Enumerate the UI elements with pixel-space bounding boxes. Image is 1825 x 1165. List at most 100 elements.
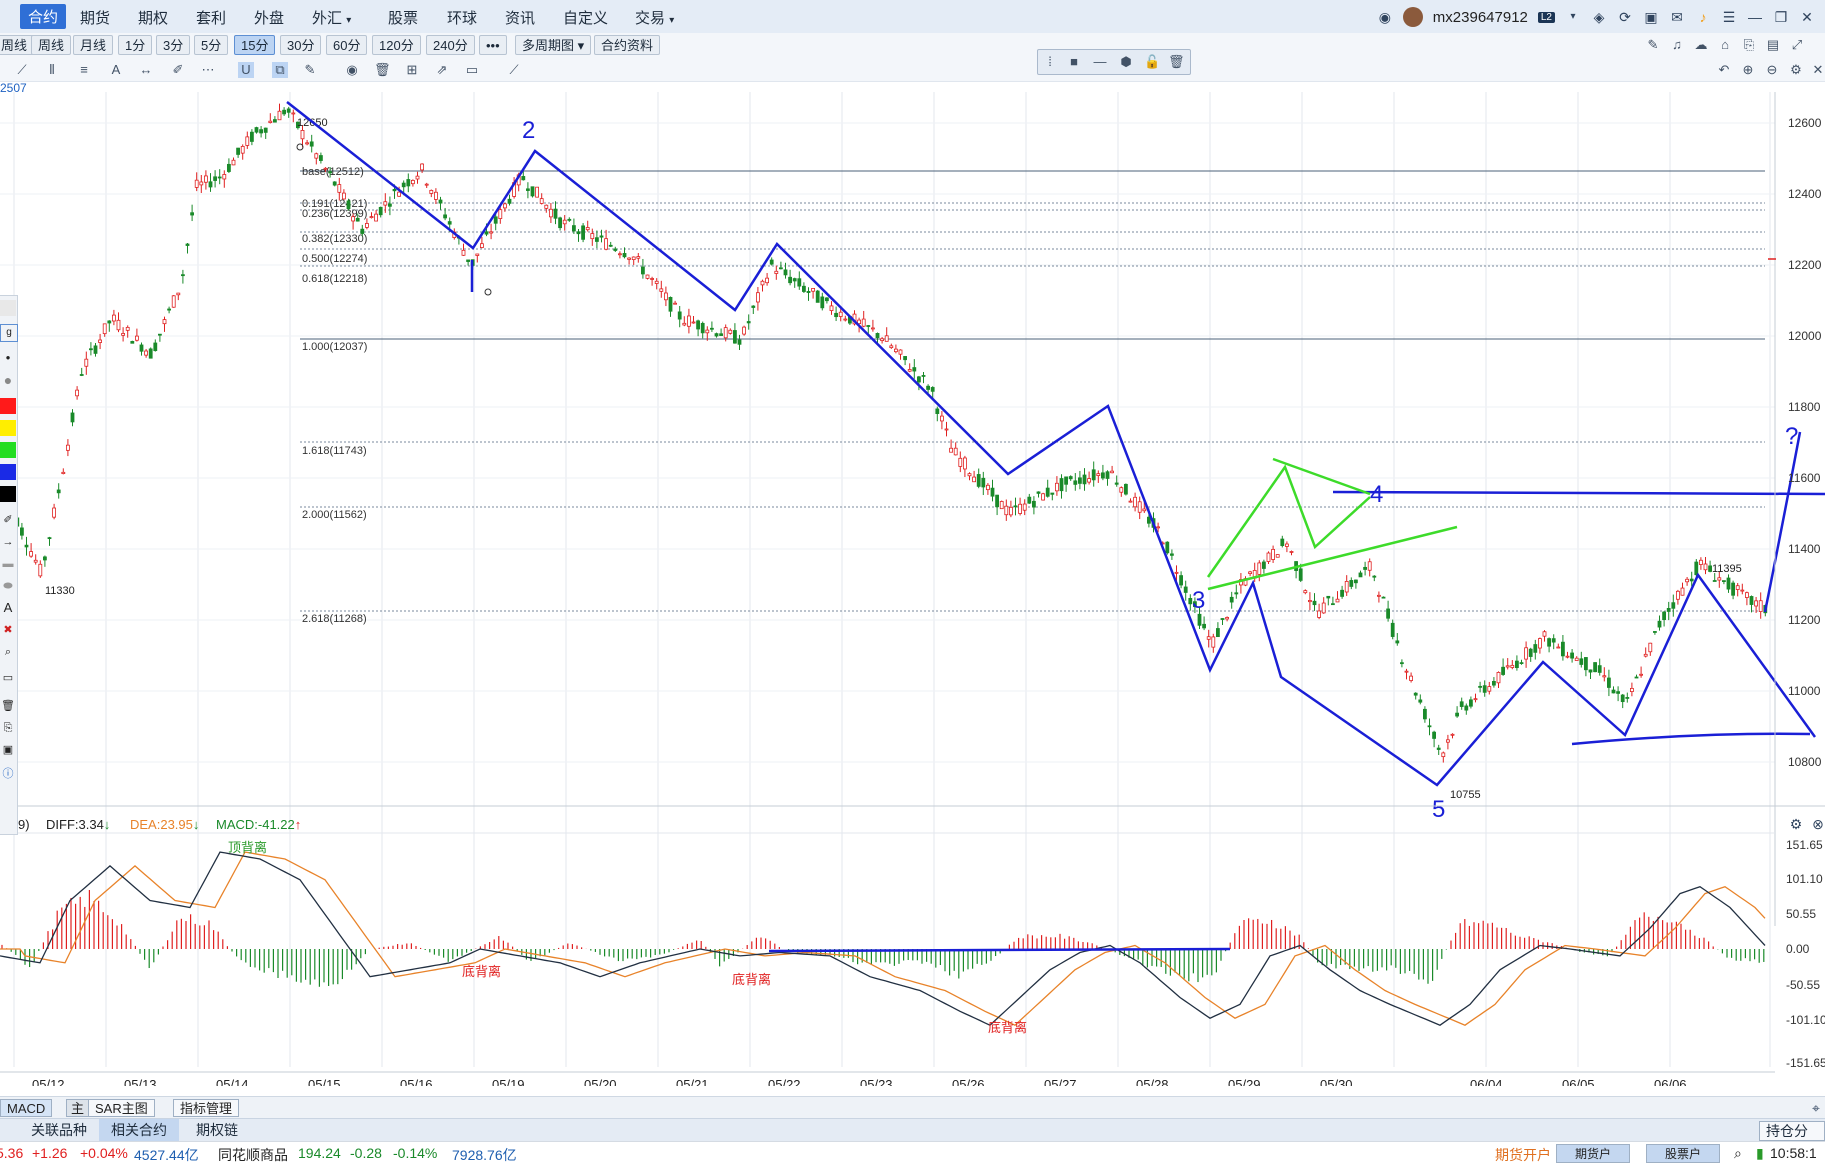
copy-icon[interactable]: ⎘ (1741, 37, 1757, 53)
export-icon[interactable]: ⇗ (434, 62, 450, 78)
macd-close-icon[interactable]: ⊗ (1810, 817, 1825, 831)
period-120min-button[interactable]: 120分 (372, 35, 421, 55)
menu-item-futures[interactable]: 期货 (80, 7, 110, 28)
close-chart-icon[interactable]: ✕ (1810, 62, 1825, 78)
comment-icon[interactable]: ▭ (464, 62, 480, 78)
color-red-swatch[interactable] (0, 398, 16, 414)
eye-icon[interactable]: ◉ (1377, 10, 1393, 24)
menu-item-trade[interactable]: 交易 ▾ (635, 7, 674, 28)
period-15min-button[interactable]: 15分 (234, 35, 276, 55)
avatar[interactable] (1402, 7, 1423, 27)
username[interactable]: mx239647912 (1433, 9, 1528, 26)
pencil-icon[interactable]: ✐ (0, 512, 16, 528)
color-green-swatch[interactable] (0, 442, 16, 458)
restore-icon[interactable]: ❐ (1773, 10, 1789, 24)
fibonacci-lines[interactable] (300, 170, 1765, 612)
alert-icon[interactable]: ♫ (1669, 37, 1685, 53)
macd-histogram[interactable] (1, 889, 1765, 987)
trend-line-icon[interactable]: ⟋ (14, 62, 30, 78)
more-tools-icon[interactable]: ⋯ (200, 62, 216, 78)
tab-sar-main[interactable]: SAR主图 (88, 1099, 155, 1117)
delete-x-icon[interactable]: ✖ (0, 622, 16, 638)
index2-name[interactable]: 同花顺商品 (218, 1145, 288, 1165)
save-icon[interactable]: ▣ (0, 742, 16, 758)
tab-option-chain[interactable]: 期权链 (184, 1119, 250, 1142)
tab-related-varieties[interactable]: 关联品种 (19, 1119, 99, 1142)
close-icon[interactable]: ✕ (1799, 10, 1815, 24)
position-analysis-button[interactable]: 持仓分析 (1759, 1121, 1825, 1157)
info-icon[interactable]: ⓘ (0, 766, 16, 782)
zoom-icon[interactable]: ⌕ (0, 644, 16, 660)
layout-icon[interactable]: ▤ (1765, 37, 1781, 53)
open-account-label[interactable]: 期货开户 (1495, 1145, 1551, 1165)
undo-icon[interactable]: ↶ (1716, 62, 1732, 78)
indicator-management-button[interactable]: 指标管理 (173, 1099, 240, 1117)
font-size-icon[interactable]: g (0, 324, 18, 342)
menu-item-options[interactable]: 期权 (138, 7, 168, 28)
edit-icon[interactable]: ✎ (302, 62, 318, 78)
period-3min-button[interactable]: 3分 (156, 35, 191, 55)
period-week2-button[interactable]: 周线 (31, 35, 72, 55)
camera-icon[interactable]: ⌂ (1717, 37, 1733, 53)
period-30min-button[interactable]: 30分 (280, 35, 322, 55)
layers-icon[interactable]: ◈ (1591, 10, 1607, 24)
dot-large-icon[interactable]: ● (0, 372, 16, 388)
grid-icon[interactable]: ⊞ (404, 62, 420, 78)
line-width-icon[interactable]: ▭ (0, 670, 16, 686)
kline-chart-area[interactable]: base(12512) 0.191(12421) 0.236(12399) 0.… (0, 92, 1825, 1086)
style-settings-icon[interactable]: ⬢ (1118, 54, 1134, 70)
wave-annotations[interactable] (286, 101, 1825, 787)
expand-icon[interactable]: ⤢ (1789, 37, 1805, 53)
mail-icon[interactable]: ✉ (1669, 10, 1685, 24)
line-style-icon[interactable]: — (1092, 54, 1108, 70)
ruler-icon[interactable]: ⟋ (506, 62, 522, 78)
stock-account-button[interactable]: 股票户 (1646, 1144, 1721, 1163)
delete-icon[interactable]: 🗑 (374, 62, 391, 78)
dot-small-icon[interactable]: ● (0, 350, 16, 366)
search-icon[interactable]: ⌕ (1734, 1145, 1742, 1162)
settings-icon[interactable]: ⚙ (1788, 62, 1804, 78)
video-icon[interactable]: ▣ (1643, 10, 1659, 24)
minimize-icon[interactable]: — (1747, 10, 1763, 24)
period-5min-button[interactable]: 5分 (194, 35, 229, 55)
measure-icon[interactable]: ↔ (138, 62, 154, 78)
text-tool-icon[interactable]: A (108, 62, 124, 78)
menu-item-global[interactable]: 环球 (447, 7, 477, 28)
chevron-down-icon[interactable]: ▾ (1565, 10, 1581, 24)
period-month-button[interactable]: 月线 (73, 35, 114, 55)
arrow-icon[interactable]: → (0, 534, 16, 550)
macd-settings-icon[interactable]: ⚙ (1788, 817, 1804, 831)
visibility-icon[interactable]: ◉ (344, 62, 360, 78)
trash-icon[interactable]: 🗑 (1168, 54, 1185, 70)
unlock-icon[interactable]: 🔓 (1144, 54, 1160, 70)
magnet-icon[interactable]: U (238, 62, 254, 78)
tab-related-contracts[interactable]: 相关合约 (99, 1119, 179, 1142)
brush-icon[interactable]: ✐ (170, 62, 186, 78)
tab-macd[interactable]: MACD (0, 1099, 53, 1117)
location-icon[interactable]: ⌖ (1808, 1101, 1824, 1115)
fib-icon[interactable]: ≡ (76, 62, 92, 78)
menu-item-custom[interactable]: 自定义 (563, 7, 608, 28)
multi-period-dropdown[interactable]: 多周期图 ▾ (515, 35, 592, 55)
period-week-button[interactable]: 周线 (0, 35, 35, 55)
menu-item-contract[interactable]: 合约 (20, 4, 67, 29)
text-icon[interactable]: A (0, 600, 16, 616)
zoom-in-icon[interactable]: ⊕ (1740, 62, 1756, 78)
drag-handle-icon[interactable]: ⁞ (1042, 54, 1058, 70)
menu-item-forex[interactable]: 外汇 ▾ (312, 7, 351, 28)
period-1min-button[interactable]: 1分 (118, 35, 153, 55)
lock-draw-icon[interactable]: ⧉ (272, 62, 288, 78)
menu-item-news[interactable]: 资讯 (505, 7, 535, 28)
ellipse-icon[interactable]: ⬬ (0, 578, 16, 594)
color-blue-swatch[interactable] (0, 464, 16, 480)
clear-icon[interactable]: 🗑 (0, 698, 16, 714)
menu-item-arbitrage[interactable]: 套利 (196, 7, 226, 28)
color-yellow-swatch[interactable] (0, 420, 16, 436)
more-periods-button[interactable]: ••• (479, 35, 507, 55)
color-black-swatch[interactable] (0, 486, 16, 502)
bell-icon[interactable]: ♪ (1695, 10, 1711, 24)
menu-item-stocks[interactable]: 股票 (388, 7, 418, 28)
period-60min-button[interactable]: 60分 (326, 35, 368, 55)
refresh-icon[interactable]: ⟳ (1617, 10, 1633, 24)
pen-icon[interactable]: ✎ (1645, 37, 1661, 53)
